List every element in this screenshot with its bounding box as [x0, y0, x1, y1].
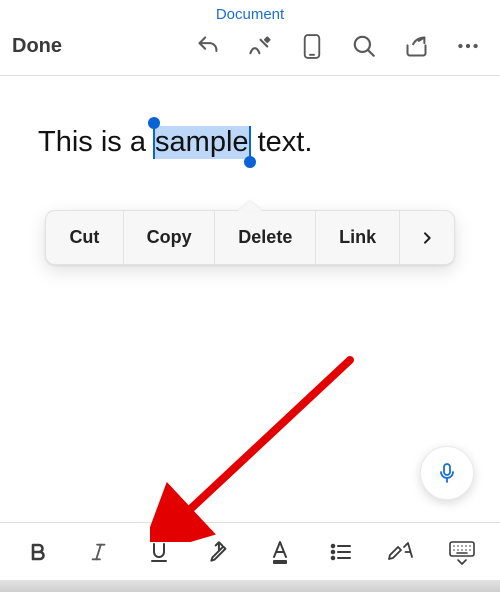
styles-format-icon — [386, 539, 416, 565]
header: Document Done — [0, 0, 500, 76]
done-button[interactable]: Done — [10, 31, 64, 62]
context-menu-caret — [238, 201, 262, 211]
annotation-arrow — [150, 352, 360, 542]
phone-icon[interactable] — [286, 26, 338, 66]
text-after: text. — [250, 126, 313, 158]
search-icon[interactable] — [338, 26, 390, 66]
bottom-shadow — [0, 580, 500, 592]
context-menu-delete[interactable]: Delete — [215, 211, 316, 264]
bold-icon — [26, 540, 50, 564]
text-line[interactable]: This is a sample text. — [38, 126, 312, 159]
selection-handle-start[interactable] — [148, 117, 160, 129]
underline-button[interactable] — [139, 532, 179, 572]
context-menu-more[interactable] — [400, 211, 454, 264]
undo-icon[interactable] — [182, 26, 234, 66]
more-icon[interactable] — [442, 26, 494, 66]
context-menu: Cut Copy Delete Link — [45, 210, 455, 265]
bold-button[interactable] — [18, 532, 58, 572]
bullet-list-icon — [328, 540, 354, 564]
font-color-icon — [268, 539, 292, 565]
keyboard-hide-button[interactable] — [442, 532, 482, 572]
keyboard-hide-icon — [448, 539, 476, 565]
underline-icon — [147, 540, 171, 564]
top-toolbar-icons — [182, 26, 494, 66]
highlighter-button[interactable] — [200, 532, 240, 572]
selection-handle-end[interactable] — [244, 156, 256, 168]
document-title: Document — [0, 0, 500, 23]
context-menu-link[interactable]: Link — [316, 211, 400, 264]
styles-format-button[interactable] — [381, 532, 421, 572]
highlighter-icon — [207, 539, 233, 565]
document-canvas[interactable]: This is a sample text. — [0, 76, 500, 209]
format-toolbar — [0, 522, 500, 580]
context-menu-cut[interactable]: Cut — [46, 211, 124, 264]
dictate-button[interactable] — [420, 446, 474, 500]
selected-text[interactable]: sample — [154, 126, 250, 159]
font-color-button[interactable] — [260, 532, 300, 572]
italic-icon — [88, 540, 110, 564]
microphone-icon — [435, 461, 459, 485]
chevron-right-icon — [419, 230, 435, 246]
context-menu-copy[interactable]: Copy — [124, 211, 215, 264]
text-before: This is a — [38, 126, 154, 158]
top-toolbar: Done — [0, 23, 500, 69]
bullet-list-button[interactable] — [321, 532, 361, 572]
italic-button[interactable] — [79, 532, 119, 572]
draw-icon[interactable] — [234, 26, 286, 66]
share-icon[interactable] — [390, 26, 442, 66]
